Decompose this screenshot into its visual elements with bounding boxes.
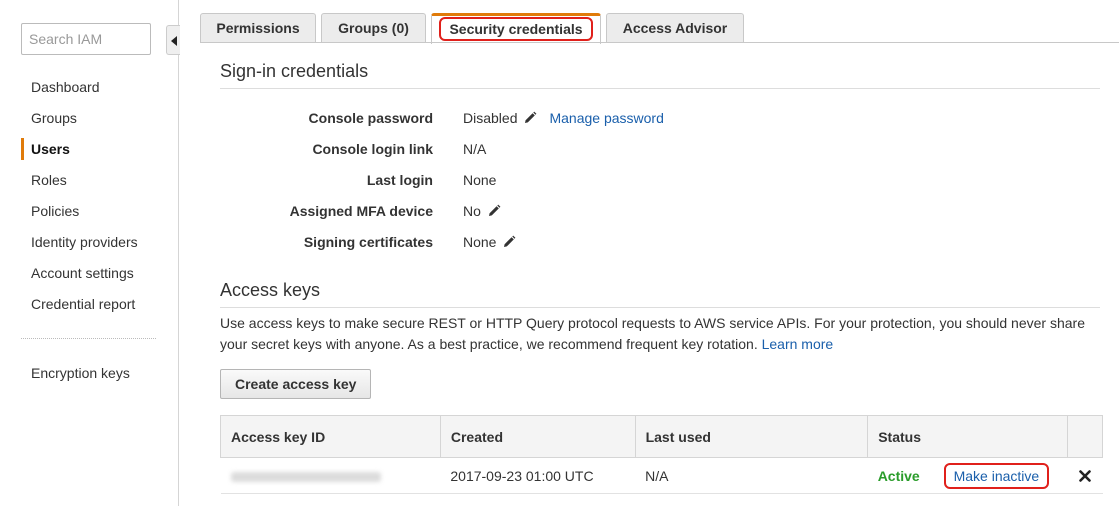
search-input[interactable] bbox=[21, 23, 151, 55]
column-header-created[interactable]: Created bbox=[439, 415, 636, 458]
sidebar-collapse-button[interactable] bbox=[166, 25, 180, 55]
column-header-status[interactable]: Status bbox=[867, 415, 1068, 458]
mfa-device-value: No bbox=[463, 203, 501, 219]
signing-certificates-label: Signing certificates bbox=[303, 234, 433, 250]
mfa-device-text: No bbox=[463, 203, 481, 219]
make-inactive-link[interactable]: Make inactive bbox=[943, 462, 1050, 489]
tab-permissions[interactable]: Permissions bbox=[200, 13, 316, 43]
sidebar: Dashboard Groups Users Roles Policies Id… bbox=[0, 0, 180, 506]
tab-security-credentials[interactable]: Security credentials bbox=[431, 13, 601, 44]
console-password-value: Disabled Manage password bbox=[463, 110, 664, 126]
chevron-left-icon bbox=[171, 36, 177, 46]
manage-password-link[interactable]: Manage password bbox=[549, 110, 663, 126]
created-cell: 2017-09-23 01:00 UTC bbox=[440, 457, 636, 494]
create-access-key-button[interactable]: Create access key bbox=[220, 369, 372, 399]
console-login-link-text: N/A bbox=[463, 141, 487, 157]
access-keys-table: Access key ID Created Last used Status 2… bbox=[220, 415, 1104, 494]
sidebar-item-account-settings[interactable]: Account settings bbox=[0, 262, 179, 293]
signin-section-title: Sign-in credentials bbox=[220, 61, 369, 81]
console-login-link-label: Console login link bbox=[312, 141, 433, 157]
table-row: 2017-09-23 01:00 UTC N/A Active Make ina… bbox=[220, 457, 1103, 494]
tab-label: Access Advisor bbox=[622, 20, 728, 36]
column-header-access-key-id[interactable]: Access key ID bbox=[220, 415, 441, 458]
pencil-icon[interactable] bbox=[487, 204, 501, 218]
sidebar-item-dashboard[interactable]: Dashboard bbox=[0, 76, 179, 107]
last-login-text: None bbox=[463, 172, 497, 188]
section-divider bbox=[220, 307, 1100, 308]
access-key-id-cell bbox=[220, 457, 441, 494]
tab-label: Security credentials bbox=[439, 17, 593, 41]
tab-label: Groups (0) bbox=[338, 20, 409, 36]
close-icon[interactable] bbox=[1079, 469, 1091, 482]
last-login-value: None bbox=[463, 172, 496, 188]
last-used-cell: N/A bbox=[635, 457, 868, 494]
sidebar-nav: Dashboard Groups Users Roles Policies Id… bbox=[0, 76, 179, 324]
sidebar-divider bbox=[21, 338, 156, 339]
access-keys-description: Use access keys to make secure REST or H… bbox=[220, 313, 1110, 355]
sidebar-item-groups[interactable]: Groups bbox=[0, 107, 179, 138]
console-password-status: Disabled bbox=[463, 110, 518, 126]
access-keys-description-text: Use access keys to make secure REST or H… bbox=[220, 315, 1085, 352]
redacted-access-key-id bbox=[230, 471, 381, 482]
signing-certificates-text: None bbox=[463, 234, 497, 250]
status-badge: Active bbox=[877, 467, 920, 484]
console-login-link-value: N/A bbox=[463, 141, 486, 157]
console-password-label: Console password bbox=[308, 110, 433, 126]
tab-label: Permissions bbox=[216, 20, 300, 36]
column-header-actions bbox=[1066, 415, 1104, 458]
sidebar-item-roles[interactable]: Roles bbox=[0, 169, 179, 200]
pencil-icon[interactable] bbox=[523, 111, 537, 125]
sidebar-item-identity-providers[interactable]: Identity providers bbox=[0, 231, 179, 262]
signing-certificates-value: None bbox=[463, 234, 516, 250]
section-divider bbox=[220, 88, 1100, 89]
delete-cell bbox=[1067, 457, 1103, 494]
column-header-last-used[interactable]: Last used bbox=[634, 415, 869, 458]
mfa-device-label: Assigned MFA device bbox=[289, 203, 433, 219]
sidebar-item-users[interactable]: Users bbox=[0, 138, 179, 169]
access-keys-section-title: Access keys bbox=[220, 280, 321, 300]
status-cell: Active Make inactive bbox=[867, 457, 1068, 494]
sidebar-item-policies[interactable]: Policies bbox=[0, 200, 179, 231]
last-login-label: Last login bbox=[366, 172, 433, 188]
table-header-row: Access key ID Created Last used Status bbox=[220, 415, 1104, 458]
learn-more-link[interactable]: Learn more bbox=[762, 336, 834, 352]
sidebar-item-encryption-keys[interactable]: Encryption keys bbox=[31, 365, 130, 381]
main-panel: Sign-in credentials Console password Dis… bbox=[200, 43, 1119, 506]
tab-access-advisor[interactable]: Access Advisor bbox=[606, 13, 744, 43]
pencil-icon[interactable] bbox=[502, 235, 516, 249]
sidebar-item-credential-report[interactable]: Credential report bbox=[0, 293, 179, 324]
tab-groups[interactable]: Groups (0) bbox=[321, 13, 426, 43]
